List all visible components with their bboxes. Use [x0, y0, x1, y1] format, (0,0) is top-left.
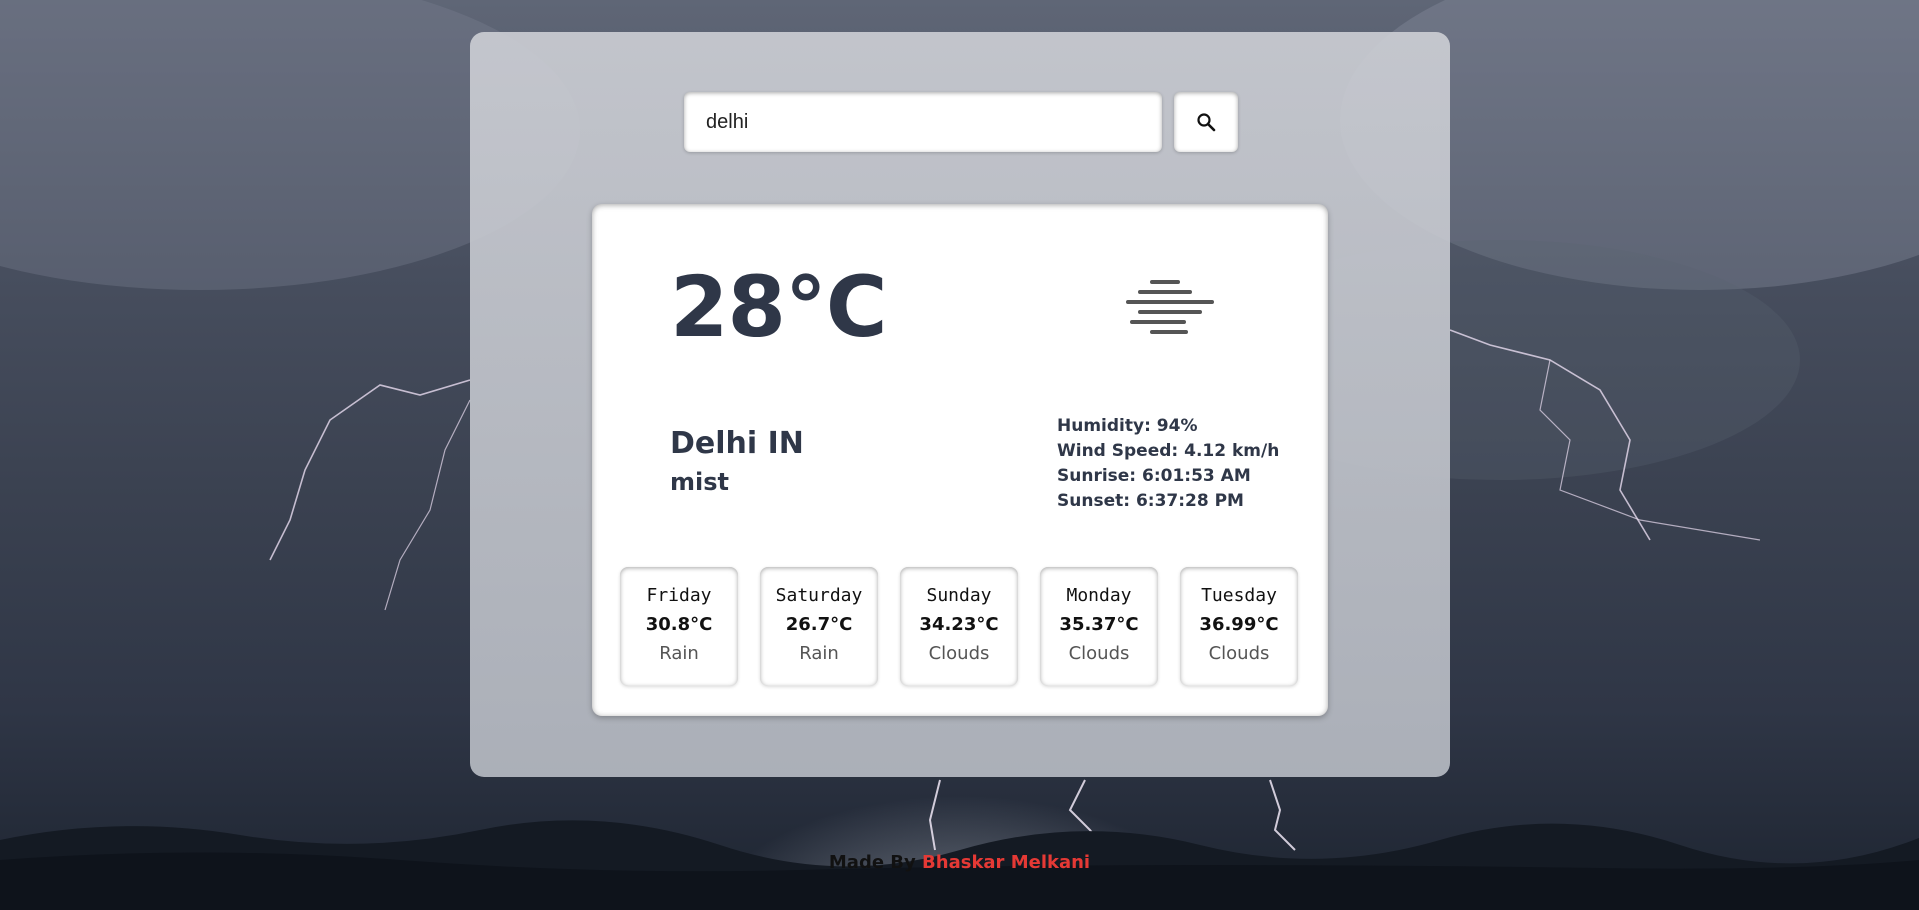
forecast-card: Saturday 26.7°C Rain [760, 567, 878, 686]
forecast-desc: Clouds [928, 643, 990, 664]
humidity-text: Humidity: 94% [1057, 416, 1198, 436]
forecast-card: Monday 35.37°C Clouds [1040, 567, 1158, 686]
forecast-desc: Clouds [1068, 643, 1130, 664]
search-icon [1197, 113, 1216, 132]
forecast-day: Friday [646, 585, 712, 606]
forecast-card: Sunday 34.23°C Clouds [900, 567, 1018, 686]
search-button[interactable] [1174, 92, 1238, 152]
author-link[interactable]: Bhaskar Melkani [922, 852, 1090, 873]
wind-speed-text: Wind Speed: 4.12 km/h [1057, 441, 1280, 461]
location-name: Delhi IN [670, 426, 804, 461]
forecast-desc: Rain [659, 643, 699, 664]
sunset-text: Sunset: 6:37:28 PM [1057, 491, 1244, 511]
forecast-temp: 34.23°C [919, 614, 999, 635]
footer-credit: Made By Bhaskar Melkani [0, 852, 1919, 873]
forecast-temp: 36.99°C [1199, 614, 1279, 635]
sunrise-text: Sunrise: 6:01:53 AM [1057, 466, 1251, 486]
forecast-temp: 35.37°C [1059, 614, 1139, 635]
search-input[interactable] [684, 92, 1162, 152]
forecast-temp: 26.7°C [785, 614, 853, 635]
current-temperature: 28°C [670, 258, 888, 356]
forecast-desc: Rain [799, 643, 839, 664]
forecast-card: Tuesday 36.99°C Clouds [1180, 567, 1298, 686]
forecast-day: Sunday [926, 585, 992, 606]
forecast-day: Saturday [775, 585, 863, 606]
forecast-desc: Clouds [1208, 643, 1270, 664]
forecast-day: Tuesday [1201, 585, 1277, 606]
forecast-card: Friday 30.8°C Rain [620, 567, 738, 686]
forecast-day: Monday [1066, 585, 1132, 606]
weather-details: Humidity: 94% Wind Speed: 4.12 km/h Sunr… [1057, 414, 1279, 514]
footer-prefix: Made By [828, 852, 916, 873]
mist-icon [1126, 280, 1214, 334]
forecast-temp: 30.8°C [645, 614, 713, 635]
weather-condition: mist [670, 468, 729, 496]
